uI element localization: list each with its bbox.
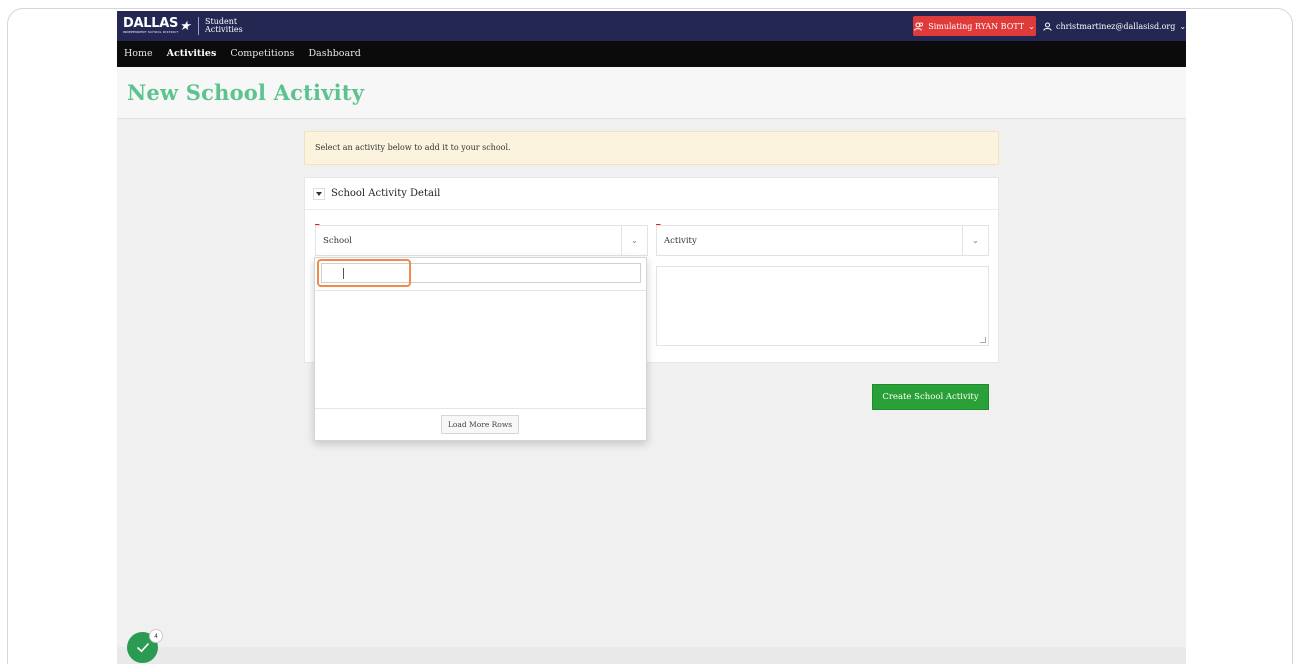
collapse-toggle[interactable] bbox=[313, 187, 325, 200]
school-select-value: School bbox=[323, 235, 353, 246]
create-school-activity-button[interactable]: Create School Activity bbox=[872, 384, 989, 410]
logo-divider bbox=[198, 17, 200, 35]
chevron-down-icon: ⌄ bbox=[1179, 21, 1186, 31]
nav-home[interactable]: Home bbox=[117, 41, 160, 67]
dropdown-divider bbox=[315, 290, 646, 291]
app-name-line2: Activities bbox=[205, 25, 243, 34]
page-header: New School Activity bbox=[117, 67, 1186, 119]
description-textarea[interactable] bbox=[656, 266, 989, 346]
device-frame: DALLAS INDEPENDENT SCHOOL DISTRICT ★ Stu… bbox=[7, 8, 1293, 664]
resize-handle-icon[interactable] bbox=[980, 337, 986, 343]
nav-activities[interactable]: Activities bbox=[160, 41, 224, 67]
logo-subtext: INDEPENDENT SCHOOL DISTRICT bbox=[123, 30, 179, 34]
load-more-rows-button[interactable]: Load More Rows bbox=[441, 415, 519, 434]
notification-badge: 4 bbox=[149, 629, 163, 643]
users-icon bbox=[914, 21, 924, 31]
chevron-down-icon[interactable]: ⌄ bbox=[621, 226, 647, 255]
activity-select[interactable]: Activity ⌄ bbox=[656, 225, 989, 256]
page-title: New School Activity bbox=[127, 80, 365, 105]
main-nav: Home Activities Competitions Dashboard bbox=[117, 41, 1186, 67]
star-logo-icon: ★ bbox=[178, 18, 195, 34]
app-window: DALLAS INDEPENDENT SCHOOL DISTRICT ★ Stu… bbox=[117, 11, 1186, 664]
user-menu[interactable]: christmartinez@dallasisd.org ⌄ bbox=[1043, 16, 1186, 36]
check-icon bbox=[136, 642, 149, 653]
user-email: christmartinez@dallasisd.org bbox=[1056, 21, 1176, 31]
app-name: Student Activities bbox=[205, 18, 243, 34]
logo-wordmark: DALLAS bbox=[123, 16, 179, 31]
simulating-label: Simulating RYAN BOTT bbox=[928, 21, 1025, 31]
school-dropdown: Load More Rows bbox=[314, 257, 647, 441]
caret-down-icon bbox=[316, 191, 322, 196]
dropdown-footer: Load More Rows bbox=[315, 408, 646, 440]
district-logo[interactable]: DALLAS INDEPENDENT SCHOOL DISTRICT ★ Stu… bbox=[123, 15, 243, 37]
user-icon bbox=[1043, 22, 1052, 31]
page-footer bbox=[117, 647, 1186, 664]
chevron-down-icon: ⌄ bbox=[1028, 21, 1035, 31]
focus-highlight bbox=[317, 259, 411, 287]
simulating-user-button[interactable]: Simulating RYAN BOTT ⌄ bbox=[913, 16, 1036, 36]
school-select[interactable]: School ⌄ bbox=[315, 225, 648, 256]
info-alert: Select an activity below to add it to yo… bbox=[304, 131, 999, 165]
top-bar: DALLAS INDEPENDENT SCHOOL DISTRICT ★ Stu… bbox=[117, 11, 1186, 41]
activity-select-value: Activity bbox=[664, 235, 697, 246]
panel-title: School Activity Detail bbox=[331, 188, 441, 199]
chevron-down-icon[interactable]: ⌄ bbox=[962, 226, 988, 255]
panel-header[interactable]: School Activity Detail bbox=[305, 178, 998, 210]
nav-competitions[interactable]: Competitions bbox=[223, 41, 301, 67]
nav-dashboard[interactable]: Dashboard bbox=[301, 41, 367, 67]
